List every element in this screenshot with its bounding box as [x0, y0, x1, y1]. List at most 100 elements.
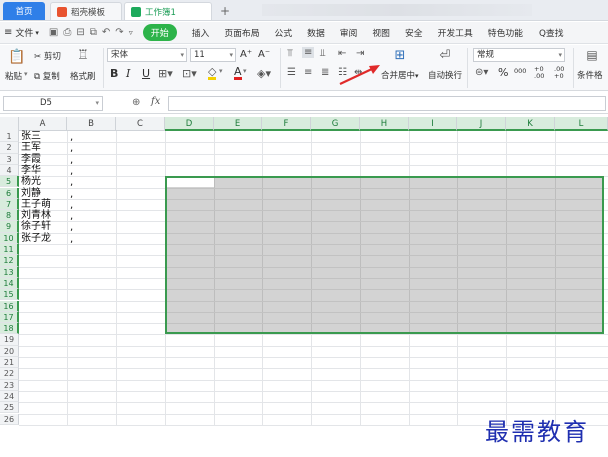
- row-header-17[interactable]: 17: [0, 311, 19, 324]
- font-color-icon[interactable]: A: [234, 66, 242, 80]
- cell-b4[interactable]: ,: [70, 166, 73, 177]
- row-header-9[interactable]: 9: [0, 221, 19, 233]
- chevron-down-icon[interactable]: ▾: [219, 67, 223, 75]
- conditional-format-button[interactable]: 条件格: [577, 69, 603, 81]
- shrink-font-button[interactable]: A⁻: [258, 49, 270, 60]
- new-tab-button[interactable]: +: [217, 3, 233, 19]
- row-header-11[interactable]: 11: [0, 244, 19, 256]
- zoom-icon[interactable]: ⊕: [132, 97, 140, 108]
- conditional-format-icon[interactable]: ▤: [584, 48, 600, 62]
- cell-a3[interactable]: 李霞: [21, 154, 41, 165]
- bold-button[interactable]: B: [110, 67, 118, 80]
- tab-review[interactable]: 审阅: [340, 26, 358, 39]
- row-header-5[interactable]: 5: [0, 176, 19, 188]
- row-header-23[interactable]: 23: [0, 379, 19, 391]
- row-header-21[interactable]: 21: [0, 357, 19, 369]
- column-header-i[interactable]: I: [409, 117, 457, 131]
- cell-b7[interactable]: ,: [70, 200, 73, 211]
- cell-a7[interactable]: 王子萌: [21, 199, 51, 210]
- cell-b10[interactable]: ,: [70, 234, 73, 245]
- tab-developer[interactable]: 开发工具: [438, 26, 473, 39]
- chevron-down-icon[interactable]: ▾: [243, 67, 247, 75]
- column-header-h[interactable]: H: [360, 117, 409, 131]
- align-bottom-icon[interactable]: ⫫: [320, 48, 326, 59]
- tab-start[interactable]: 开始: [142, 24, 177, 41]
- active-cell[interactable]: [167, 178, 214, 188]
- row-header-15[interactable]: 15: [0, 289, 19, 301]
- row-header-1[interactable]: 1: [0, 131, 19, 143]
- align-middle-icon[interactable]: ≡: [302, 47, 315, 58]
- tab-security[interactable]: 安全: [405, 26, 423, 39]
- file-menu[interactable]: ≡ 文件 ▾: [0, 26, 43, 39]
- tab-data[interactable]: 数据: [307, 26, 325, 39]
- column-header-k[interactable]: K: [506, 117, 555, 131]
- tab-formulas[interactable]: 公式: [275, 26, 293, 39]
- column-header-j[interactable]: J: [457, 117, 506, 131]
- increase-indent-icon[interactable]: ⇥: [356, 48, 364, 59]
- fill-color-icon[interactable]: ◇: [208, 66, 217, 80]
- row-header-12[interactable]: 12: [0, 255, 19, 267]
- row-header-10[interactable]: 10: [0, 232, 19, 244]
- decrease-indent-icon[interactable]: ⇤: [338, 48, 346, 59]
- cell-style-icon[interactable]: ⊡▾: [182, 67, 197, 80]
- row-header-4[interactable]: 4: [0, 164, 19, 177]
- tab-workbook[interactable]: 工作簿1: [124, 2, 212, 20]
- row-header-2[interactable]: 2: [0, 142, 19, 154]
- row-header-14[interactable]: 14: [0, 277, 19, 290]
- row-header-6[interactable]: 6: [0, 187, 19, 199]
- row-header-19[interactable]: 19: [0, 334, 19, 346]
- tab-view[interactable]: 视图: [372, 26, 390, 39]
- format-painter-button[interactable]: 格式刷: [70, 70, 96, 82]
- align-left-icon[interactable]: ☰: [287, 67, 296, 78]
- cell-a5[interactable]: 杨光: [21, 176, 41, 187]
- decrease-decimal-button[interactable]: .00 +0: [554, 66, 570, 80]
- tab-docer-templates[interactable]: 稻壳模板: [50, 2, 122, 20]
- name-box[interactable]: D5 ▾: [3, 96, 103, 111]
- cell-a6[interactable]: 刘静: [21, 188, 41, 199]
- clear-format-icon[interactable]: ◈▾: [257, 67, 271, 80]
- cell-b5[interactable]: ,: [70, 177, 73, 188]
- cell-b9[interactable]: ,: [70, 222, 73, 233]
- column-header-d[interactable]: D: [165, 117, 214, 131]
- paste-dropdown-icon[interactable]: ▾: [24, 70, 28, 78]
- wrap-text-button[interactable]: 自动换行: [428, 69, 462, 81]
- underline-button[interactable]: U: [142, 67, 150, 80]
- column-header-g[interactable]: G: [311, 117, 360, 131]
- fx-icon[interactable]: fx: [151, 96, 160, 107]
- column-header-l[interactable]: L: [555, 117, 608, 131]
- wrap-text-icon[interactable]: ⏎: [436, 48, 454, 63]
- column-header-e[interactable]: E: [214, 117, 262, 131]
- cell-a4[interactable]: 李华: [21, 165, 41, 176]
- customize-icon[interactable]: ▿: [129, 28, 133, 37]
- save-icon[interactable]: ▣: [49, 27, 58, 38]
- align-center-icon[interactable]: ≡: [304, 67, 312, 78]
- cell-b3[interactable]: ,: [70, 155, 73, 166]
- increase-decimal-button[interactable]: +0 .00: [534, 66, 550, 80]
- row-header-13[interactable]: 13: [0, 266, 19, 278]
- row-header-7[interactable]: 7: [0, 198, 19, 211]
- cell-a8[interactable]: 刘青林: [21, 210, 51, 221]
- cell-b2[interactable]: ,: [70, 143, 73, 154]
- export-icon[interactable]: ⧉: [90, 27, 97, 38]
- cell-a10[interactable]: 张子龙: [21, 233, 51, 244]
- row-header-8[interactable]: 8: [0, 210, 19, 222]
- tab-insert[interactable]: 插入: [192, 26, 210, 39]
- column-header-f[interactable]: F: [262, 117, 311, 131]
- cut-button[interactable]: ✂ 剪切: [34, 50, 61, 62]
- row-header-24[interactable]: 24: [0, 390, 19, 403]
- column-header-a[interactable]: A: [19, 117, 67, 131]
- tab-page-layout[interactable]: 页面布局: [224, 26, 259, 39]
- row-header-18[interactable]: 18: [0, 323, 19, 335]
- thousand-separator-button[interactable]: 000: [514, 67, 526, 75]
- row-header-16[interactable]: 16: [0, 300, 19, 312]
- paste-button[interactable]: 粘贴: [5, 70, 22, 82]
- italic-button[interactable]: I: [126, 67, 130, 80]
- distribute-icon[interactable]: ⇹: [354, 67, 362, 78]
- row-header-3[interactable]: 3: [0, 153, 19, 165]
- row-header-25[interactable]: 25: [0, 402, 19, 414]
- spreadsheet-grid[interactable]: ABCDEFGHIJKL 1 2 3 4 5 6 7 8 9 10 11 12 13 14 15 16 17 18…: [0, 117, 608, 457]
- cell-b6[interactable]: ,: [70, 189, 73, 200]
- font-size-select[interactable]: 11 ▾: [190, 48, 236, 62]
- merge-cells-icon[interactable]: ⊞: [391, 48, 409, 63]
- font-name-select[interactable]: 宋体 ▾: [107, 48, 187, 62]
